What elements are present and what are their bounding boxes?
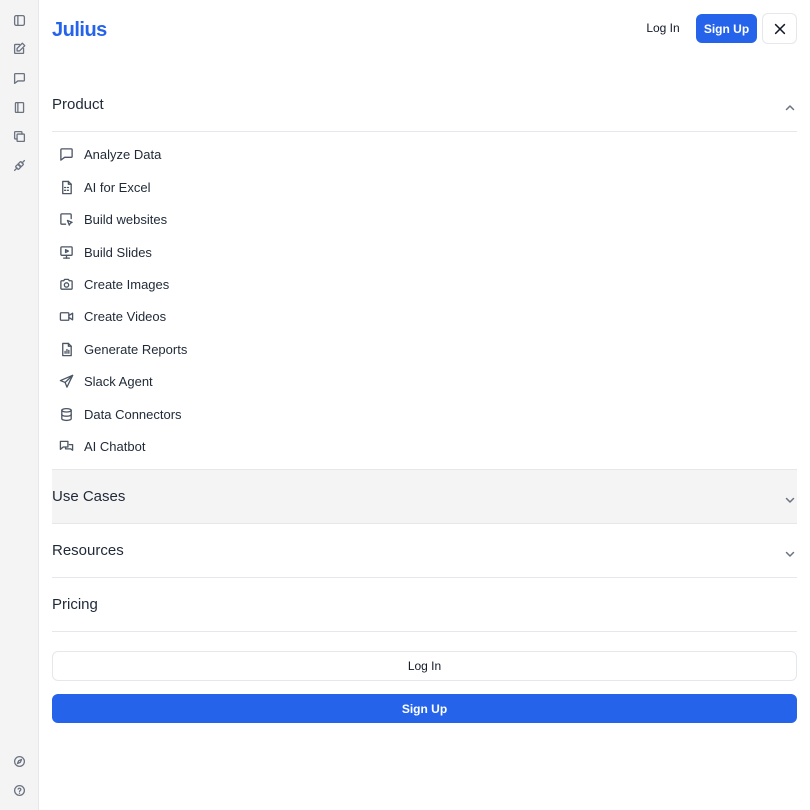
nav-section-label: Pricing: [52, 596, 98, 613]
menu-item-label: Slack Agent: [84, 373, 153, 389]
menu-item-label: AI Chatbot: [84, 438, 146, 454]
menu-item-label: Data Connectors: [84, 406, 182, 422]
header-login-button[interactable]: Log In: [635, 14, 691, 42]
chevron-down-icon: [785, 492, 795, 503]
julius-logo[interactable]: Julius: [52, 19, 107, 42]
sidebar-toggle-icon[interactable]: [11, 12, 27, 28]
menu-item-label: Analyze Data: [84, 146, 162, 162]
camera-icon: [58, 276, 74, 292]
menu-item-build-slides[interactable]: Build Slides: [52, 238, 352, 266]
menu-item-label: Build websites: [84, 211, 168, 227]
menu-item-ai-for-excel[interactable]: AI for Excel: [52, 173, 352, 201]
header-signup-button[interactable]: Sign Up: [696, 14, 757, 43]
menu-item-label: Build Slides: [84, 244, 152, 260]
database-icon: [58, 406, 74, 422]
chat-bubbles-icon: [58, 438, 74, 454]
menu-item-slack-agent[interactable]: Slack Agent: [52, 367, 352, 395]
menu-item-generate-reports[interactable]: Generate Reports: [52, 335, 352, 363]
files-icon[interactable]: [11, 128, 27, 144]
nav-section-label: Resources: [52, 542, 124, 559]
main-panel: Julius Log In Sign Up Product Analyze Da…: [39, 0, 810, 810]
nav-section-product[interactable]: Product: [52, 78, 797, 132]
explore-icon[interactable]: [11, 753, 27, 769]
menu-item-label: Create Images: [84, 276, 170, 292]
nav-section-label: Product: [52, 96, 104, 113]
top-bar: Julius Log In Sign Up: [39, 0, 810, 60]
nav-section-label: Use Cases: [52, 488, 126, 505]
report-icon: [58, 341, 74, 357]
help-icon[interactable]: [11, 782, 27, 798]
menu-item-data-connectors[interactable]: Data Connectors: [52, 400, 352, 428]
close-menu-button[interactable]: [762, 13, 797, 44]
menu-item-analyze-data[interactable]: Analyze Data: [52, 140, 352, 168]
menu-item-build-websites[interactable]: Build websites: [52, 205, 352, 233]
menu-item-create-videos[interactable]: Create Videos: [52, 302, 352, 330]
menu-item-label: AI for Excel: [84, 179, 151, 195]
nav-section-pricing[interactable]: Pricing: [52, 578, 797, 632]
close-icon: [774, 23, 785, 34]
chat-icon[interactable]: [11, 70, 27, 86]
menu-item-create-images[interactable]: Create Images: [52, 270, 352, 298]
new-chat-icon[interactable]: [11, 40, 27, 56]
cursor-window-icon: [58, 211, 74, 227]
nav-section-resources[interactable]: Resources: [52, 524, 797, 578]
chevron-up-icon: [785, 100, 795, 110]
menu-item-label: Create Videos: [84, 308, 167, 324]
video-icon: [58, 308, 74, 324]
menu-item-ai-chatbot[interactable]: AI Chatbot: [52, 432, 352, 460]
presentation-icon: [58, 244, 74, 260]
send-icon: [58, 373, 74, 389]
connections-icon[interactable]: [11, 157, 27, 173]
footer-login-button[interactable]: Log In: [52, 651, 797, 681]
chevron-down-icon: [785, 546, 795, 557]
menu-item-label: Generate Reports: [84, 341, 188, 357]
message-square-icon: [58, 146, 74, 162]
nav-section-use-cases[interactable]: Use Cases: [52, 469, 797, 524]
footer-signup-button[interactable]: Sign Up: [52, 694, 797, 723]
notebook-icon[interactable]: [11, 99, 27, 115]
left-rail: [0, 0, 39, 810]
spreadsheet-icon: [58, 179, 74, 195]
